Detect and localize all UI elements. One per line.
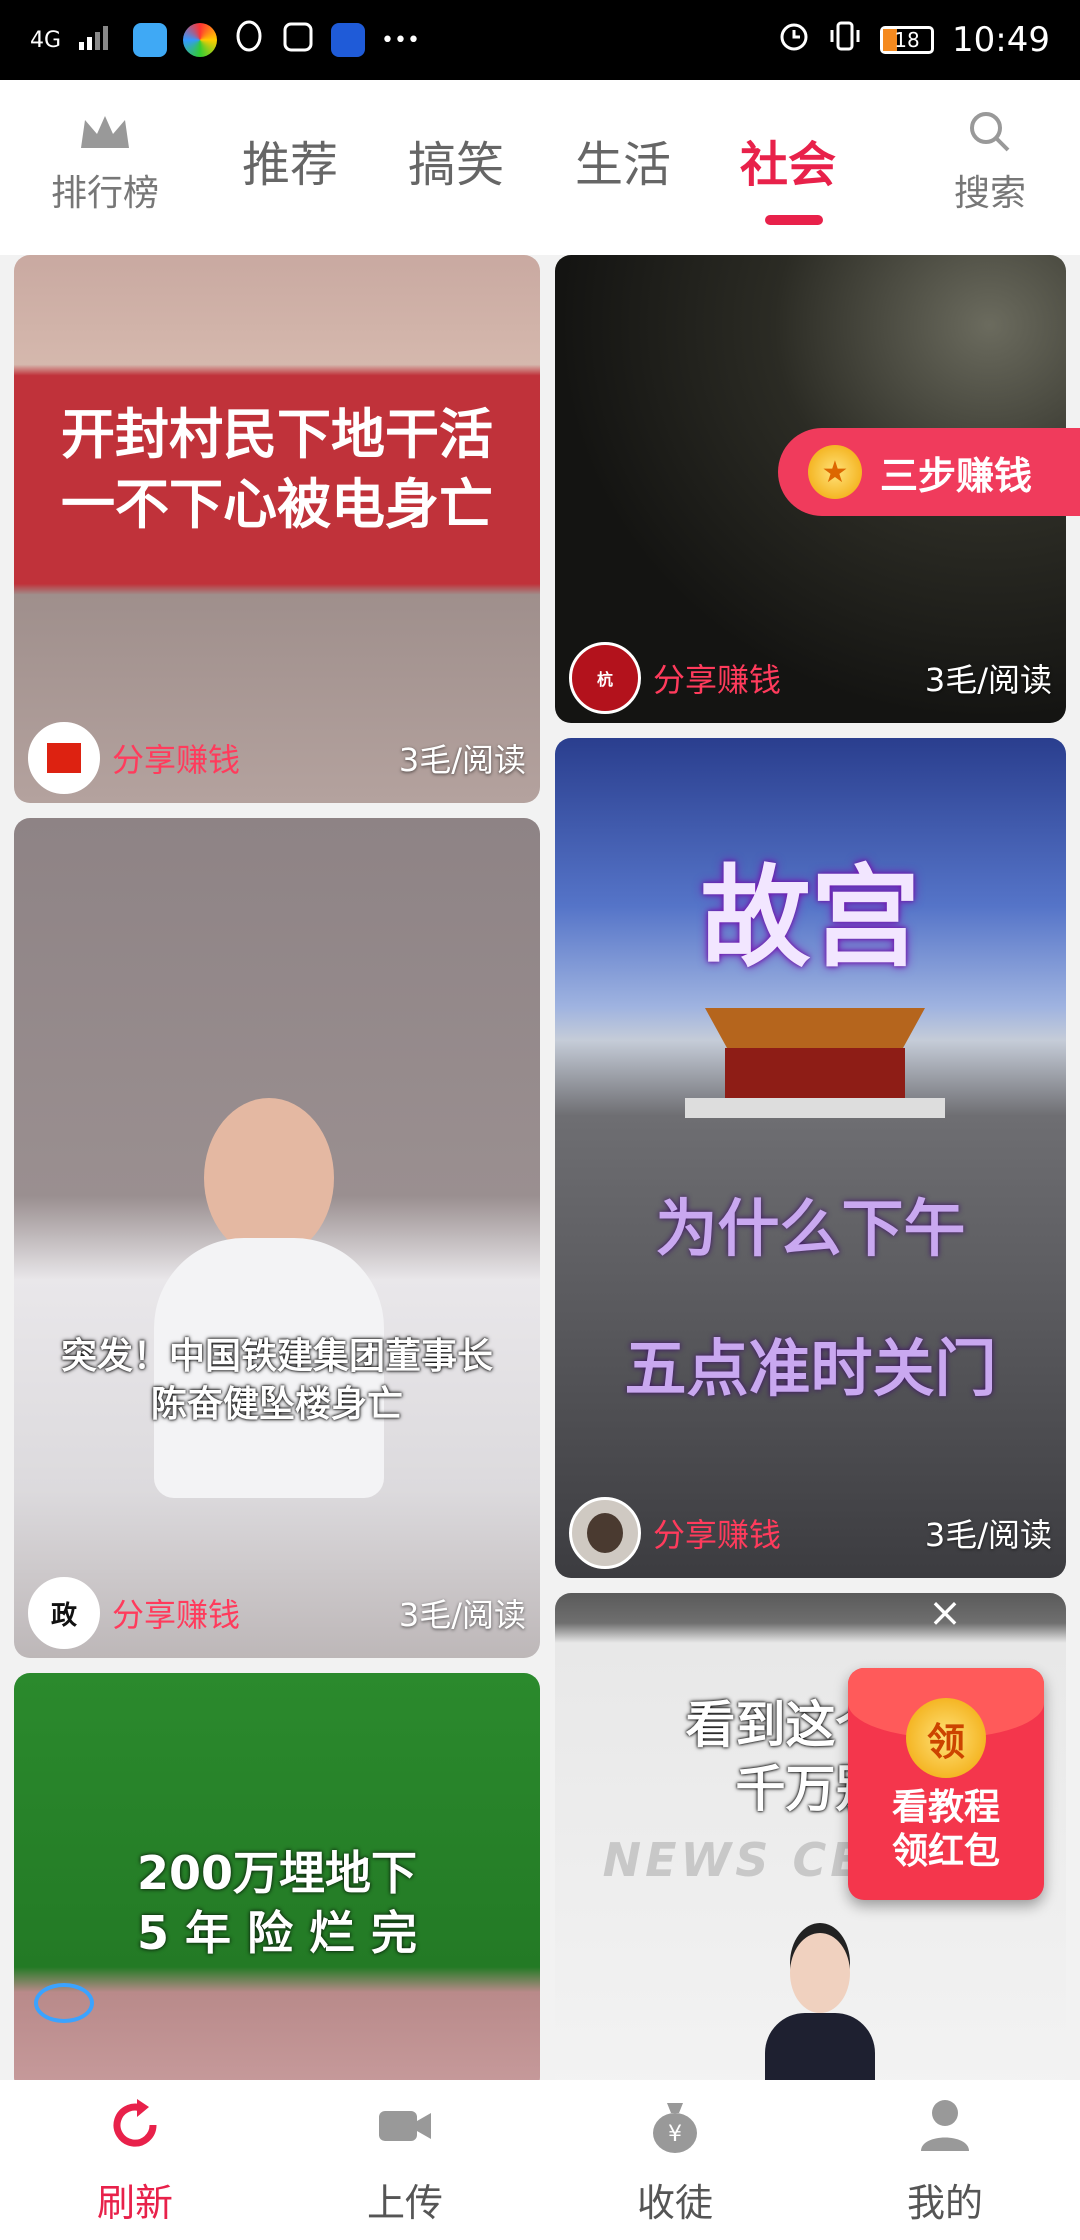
- clock: 10:49: [952, 20, 1050, 60]
- rank-label: 排行榜: [50, 173, 159, 214]
- channel-logo: [34, 1983, 94, 2023]
- reward-per-read: 3毛/阅读: [924, 661, 1052, 699]
- money-bag-icon: ¥: [643, 2093, 707, 2166]
- tab-life[interactable]: 生活: [575, 125, 671, 195]
- top-nav: 排行榜 推荐 搞笑 生活 社会 搜索: [0, 80, 1080, 255]
- red-packet-line-1: 看教程: [891, 1787, 1000, 1828]
- three-steps-earn-button[interactable]: ★ 三步赚钱: [778, 428, 1080, 516]
- reward-per-read: 3毛/阅读: [924, 1516, 1052, 1554]
- signal-icon: [77, 22, 117, 58]
- headline-line-1: 200万埋地下: [136, 1846, 418, 1900]
- red-packet-line-2: 领红包: [891, 1831, 1000, 1872]
- avatar[interactable]: [569, 1497, 641, 1569]
- network-label: 4G: [30, 27, 62, 53]
- hand-icon: [281, 20, 315, 60]
- anchor-figure: [765, 1933, 875, 2080]
- alarm-icon: [778, 20, 810, 61]
- three-steps-label: 三步赚钱: [880, 453, 1033, 498]
- search-button[interactable]: 搜索: [940, 110, 1040, 216]
- headline-line-2: 5 年 险 烂 完: [136, 1906, 418, 1960]
- video-headline-line-3: 五点准时关门: [624, 1332, 997, 1405]
- headline-line-2: 一不下心被电身亡: [61, 473, 493, 536]
- video-headline: 开封村民下地干活 一不下心被电身亡: [14, 400, 540, 540]
- nav-refresh[interactable]: 刷新: [0, 2080, 270, 2240]
- crown-icon: [75, 116, 135, 158]
- nav-upload-label: 上传: [366, 2181, 443, 2225]
- status-left: 4G •••: [30, 20, 420, 60]
- reward-per-read: 3毛/阅读: [398, 1596, 526, 1634]
- headline-line-1: 突发！中国铁建集团董事长: [60, 1336, 493, 1377]
- tab-recommend[interactable]: 推荐: [242, 125, 338, 195]
- headline-line-2: 陈奋健坠楼身亡: [150, 1384, 403, 1425]
- app-icon-3: [331, 23, 366, 57]
- qq-icon: [233, 20, 265, 60]
- app-icon-1: [133, 23, 168, 57]
- video-headline: 200万埋地下 5 年 险 烂 完: [14, 1843, 540, 1963]
- more-dots-icon: •••: [381, 27, 420, 53]
- red-packet-coin: 领: [906, 1698, 986, 1778]
- avatar[interactable]: 政: [28, 1577, 100, 1649]
- video-camera-icon: [373, 2093, 437, 2166]
- app-icon-2: [183, 23, 218, 57]
- card-footer: 政 分享赚钱 3毛/阅读: [14, 1568, 540, 1658]
- share-earn-link[interactable]: 分享赚钱: [112, 1590, 240, 1636]
- user-icon: [913, 2093, 977, 2166]
- video-card[interactable]: 开封村民下地干活 一不下心被电身亡 分享赚钱 3毛/阅读: [14, 255, 540, 803]
- video-headline-line-2: 为什么下午: [655, 1192, 966, 1265]
- share-earn-link[interactable]: 分享赚钱: [653, 1510, 781, 1556]
- share-earn-link[interactable]: 分享赚钱: [112, 735, 240, 781]
- video-card[interactable]: 200万埋地下 5 年 险 烂 完: [14, 1673, 540, 2080]
- share-earn-link[interactable]: 分享赚钱: [653, 655, 781, 701]
- red-packet-button[interactable]: 领 看教程 领红包: [848, 1668, 1044, 1900]
- video-headline-title: 故宫: [700, 854, 921, 982]
- nav-profile[interactable]: 我的: [810, 2080, 1080, 2240]
- person-figure: [154, 1098, 384, 1498]
- battery-icon: 18: [880, 26, 935, 54]
- nav-upload[interactable]: 上传: [270, 2080, 540, 2240]
- nav-profile-label: 我的: [906, 2181, 983, 2225]
- video-card[interactable]: 突发！中国铁建集团董事长 陈奋健坠楼身亡 政 分享赚钱 3毛/阅读: [14, 818, 540, 1658]
- card-footer: 杭 分享赚钱 3毛/阅读: [555, 633, 1066, 723]
- video-headline: 突发！中国铁建集团董事长 陈奋健坠楼身亡: [14, 1333, 540, 1429]
- refresh-icon: [103, 2093, 167, 2166]
- headline-line-1: 开封村民下地干活: [61, 403, 493, 466]
- avatar[interactable]: 杭: [569, 642, 641, 714]
- nav-apprentice[interactable]: ¥ 收徒: [540, 2080, 810, 2240]
- tab-funny[interactable]: 搞笑: [408, 125, 504, 195]
- rank-button[interactable]: 排行榜: [40, 110, 170, 216]
- battery-level: 18: [894, 28, 920, 52]
- svg-text:¥: ¥: [668, 2122, 682, 2147]
- star-coin-icon: ★: [808, 445, 862, 499]
- active-tab-indicator: [765, 215, 823, 225]
- red-packet-text: 看教程 领红包: [848, 1786, 1044, 1874]
- avatar[interactable]: [28, 722, 100, 794]
- card-footer: 分享赚钱 3毛/阅读: [555, 1488, 1066, 1578]
- video-card[interactable]: 故宫 为什么下午 五点准时关门 分享赚钱 3毛/阅读: [555, 738, 1066, 1578]
- search-icon: [966, 112, 1014, 158]
- tab-society[interactable]: 社会: [740, 125, 836, 195]
- bottom-nav: 刷新 上传 ¥ 收徒 我的: [0, 2080, 1080, 2240]
- close-icon[interactable]: ×: [925, 1593, 965, 1633]
- reward-per-read: 3毛/阅读: [398, 741, 526, 779]
- status-bar: 4G ••• 18 10:49: [0, 0, 1080, 80]
- vibrate-icon: [828, 20, 862, 61]
- palace-figure: [685, 1008, 945, 1118]
- nav-apprentice-label: 收徒: [636, 2181, 713, 2225]
- search-label: 搜索: [953, 173, 1026, 214]
- status-right: 18 10:49: [778, 20, 1050, 61]
- nav-refresh-label: 刷新: [96, 2181, 173, 2225]
- card-footer: 分享赚钱 3毛/阅读: [14, 713, 540, 803]
